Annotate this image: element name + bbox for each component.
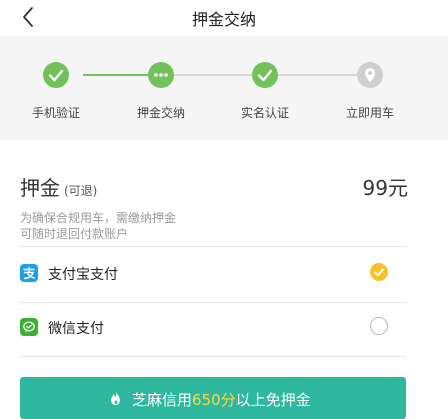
description-line: 可随时退回付款账户 xyxy=(20,227,129,241)
credit-score-threshold: 650分 xyxy=(192,391,236,409)
wechat-pay-icon xyxy=(20,318,38,336)
wechat-option[interactable]: 微信支付 xyxy=(20,314,406,344)
deposit-title: 押金 xyxy=(20,176,60,200)
step-label: 押金交纳 xyxy=(136,106,185,120)
progress-steps: 手机验证 押金交纳 实名认证 立即用车 xyxy=(0,36,448,140)
divider xyxy=(20,356,406,357)
step-real-name: 实名认证 xyxy=(210,36,320,140)
deposit-amount: 99元 xyxy=(362,176,408,200)
cta-prefix: 芝麻信用 xyxy=(132,391,193,409)
wechat-pay-label: 微信支付 xyxy=(48,321,104,337)
step-label: 手机验证 xyxy=(31,106,80,120)
step-current-icon xyxy=(148,62,174,88)
zhima-credit-deposit-free-button[interactable]: 芝麻信用650分以上免押金 xyxy=(20,377,406,419)
step-use-car: 立即用车 xyxy=(315,36,425,140)
step-deposit: 押金交纳 xyxy=(106,36,216,140)
step-check-icon xyxy=(252,62,278,88)
alipay-label: 支付宝支付 xyxy=(48,267,118,283)
refundable-note: (可退) xyxy=(64,184,98,198)
step-phone-verify: 手机验证 xyxy=(1,36,111,140)
divider xyxy=(20,246,406,247)
step-label: 实名认证 xyxy=(240,106,289,120)
nav-bar: 押金交纳 xyxy=(0,0,448,36)
step-label: 立即用车 xyxy=(345,106,394,120)
alipay-icon xyxy=(20,264,38,282)
alipay-radio-checked-icon[interactable] xyxy=(370,263,388,281)
deposit-label: 押金 (可退) xyxy=(20,172,97,201)
page-title: 押金交纳 xyxy=(191,10,256,29)
divider xyxy=(20,302,406,303)
deposit-description: 为确保合规用车，需缴纳押金 可随时退回付款账户 xyxy=(20,210,176,242)
step-location-pin-icon xyxy=(357,62,383,88)
cta-label: 芝麻信用650分以上免押金 xyxy=(132,389,311,410)
wechat-radio-unchecked-icon[interactable] xyxy=(370,317,388,335)
alipay-option[interactable]: 支付宝支付 xyxy=(20,260,406,290)
description-line: 为确保合规用车，需缴纳押金 xyxy=(20,211,177,225)
step-check-icon xyxy=(43,62,69,88)
flame-icon xyxy=(111,391,120,405)
cta-suffix: 以上免押金 xyxy=(235,391,311,409)
